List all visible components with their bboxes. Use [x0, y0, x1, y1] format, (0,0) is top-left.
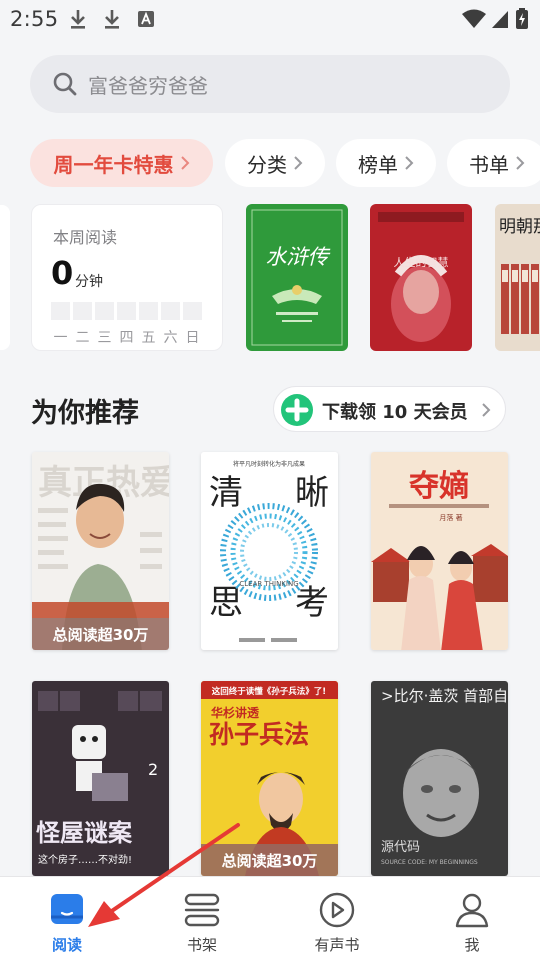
book-card-guaiwu-mian[interactable]: 怪屋谜案 2 这个房子……不对劲! [32, 681, 169, 876]
day-bar [51, 302, 70, 320]
book-cover-art: 人生的智慧 [370, 204, 472, 351]
battery-charging-icon [516, 8, 528, 29]
day-bar [183, 302, 202, 320]
weekly-reading-card[interactable]: 本周阅读 0 分钟 一 二 三 四 五 六 日 [31, 204, 223, 351]
bookshelf-icon [184, 893, 220, 927]
chevron-right-icon [294, 156, 303, 170]
chip-label: 书单 [469, 152, 509, 177]
cover-title: 明朝那些事儿 [499, 217, 540, 237]
chip-annual-card-promo[interactable]: 周一年卡特惠 [30, 139, 213, 187]
day-bar [139, 302, 158, 320]
chip-label: 榜单 [358, 152, 398, 177]
weekday-labels: 一 二 三 四 五 六 日 [52, 327, 201, 347]
book-cover-art: 夺嫡 月落 著 [371, 452, 508, 650]
play-circle-icon [319, 892, 355, 928]
shelf-book-shuihuzhuan[interactable]: 水浒传 [246, 204, 348, 351]
cover-char: 清 [209, 473, 243, 513]
plus-circle-icon [281, 394, 313, 426]
reading-unit: 分钟 [75, 274, 103, 290]
weekday-label: 日 [185, 330, 200, 346]
chip-label: 分类 [247, 152, 287, 177]
shelf-book-rensheng[interactable]: 人生的智慧 [370, 204, 472, 351]
signal-icon [492, 11, 508, 28]
book-card-qingxi-sikao[interactable]: 清 晰 思 考 将平凡时刻转化为非凡成果 CLEAR THINKING [201, 452, 338, 650]
wifi-icon [462, 9, 486, 28]
cover-english-title: SOURCE CODE: MY BEGINNINGS [381, 859, 478, 866]
day-bar [117, 302, 136, 320]
book-card-sunzi-bingfa[interactable]: 这回终于读懂《孙子兵法》了! 华杉讲透 孙子兵法 总阅读超30万 [201, 681, 338, 876]
read-count-badge: 总阅读超30万 [32, 618, 169, 650]
chip-category[interactable]: 分类 [225, 139, 325, 187]
cover-subtitle: 华杉讲透 [211, 705, 260, 720]
book-cover-art: 明朝那些事儿 [495, 204, 540, 351]
book-cover-art: 水浒传 [246, 204, 348, 351]
book-card-source-code[interactable]: >比尔·盖茨 首部自传 源代码 SOURCE CODE: MY BEGINNIN… [371, 681, 508, 876]
book-cover-art: >比尔·盖茨 首部自传 源代码 SOURCE CODE: MY BEGINNIN… [371, 681, 508, 876]
shelf-book-mingchao[interactable]: 明朝那些事儿 [495, 204, 540, 351]
vip-promo-label: 下载领 10 天会员 [322, 402, 468, 423]
chevron-right-icon [180, 156, 189, 170]
cover-title: 水浒传 [266, 245, 331, 269]
weekday-label: 六 [163, 330, 178, 346]
book-card-zhenzheng-reai[interactable]: 真正热爱 总阅读超30万 [32, 452, 169, 650]
chip-booklist[interactable]: 书单 [447, 139, 540, 187]
text-a-icon [138, 11, 154, 27]
vip-promo-button[interactable]: 下载领 10 天会员 [273, 386, 506, 432]
nav-tab-audiobook[interactable]: 有声书 [287, 877, 387, 960]
cover-subtitle: 源代码 [381, 840, 420, 855]
book-cover-art: 怪屋谜案 2 这个房子……不对劲! [32, 681, 169, 876]
nav-label: 书架 [186, 936, 217, 954]
reading-minutes: 0 [51, 254, 74, 292]
nav-label: 阅读 [51, 936, 82, 954]
search-icon [53, 72, 77, 96]
cover-title: >比尔·盖茨 首部自传 [381, 687, 508, 705]
chip-ranking[interactable]: 榜单 [336, 139, 436, 187]
reading-card-title: 本周阅读 [53, 228, 118, 247]
status-time: 2:55 [10, 7, 59, 31]
cover-char: 思 [209, 583, 243, 623]
cover-char: 晰 [295, 473, 329, 513]
download-icon [105, 10, 119, 29]
day-bar [73, 302, 92, 320]
cover-title: 人生的智慧 [394, 255, 449, 269]
day-bar [161, 302, 180, 320]
nav-tab-me[interactable]: 我 [422, 877, 522, 960]
user-icon [455, 893, 489, 928]
cover-title: 怪屋谜案 [36, 819, 133, 847]
chevron-right-icon [516, 156, 525, 170]
nav-tab-bookshelf[interactable]: 书架 [152, 877, 252, 960]
chip-label: 周一年卡特惠 [53, 152, 174, 177]
cover-subtitle: 这个房子……不对劲! [38, 853, 132, 866]
bottom-nav: 阅读 书架 有声书 我 [0, 876, 540, 960]
download-icon [71, 10, 85, 29]
chevron-right-icon [482, 403, 491, 417]
previous-card-edge [0, 205, 10, 350]
weekday-label: 三 [97, 330, 112, 346]
cover-author: 月落 著 [439, 513, 462, 522]
cover-title: 夺嫡 [409, 469, 469, 504]
nav-label: 我 [464, 936, 480, 954]
cover-english-title: CLEAR THINKING [239, 580, 298, 588]
search-input[interactable]: 富爸爸穷爸爸 [30, 55, 510, 113]
book-open-icon [51, 894, 83, 924]
search-placeholder: 富爸爸穷爸爸 [88, 74, 208, 98]
weekday-label: 五 [141, 330, 156, 346]
weekly-bar-chart [51, 302, 202, 320]
read-count-badge: 总阅读超30万 [201, 844, 338, 876]
weekday-label: 一 [53, 330, 68, 346]
weekday-label: 四 [119, 330, 134, 346]
svg-text:2: 2 [148, 760, 158, 779]
status-bar: 2:55 [0, 0, 540, 40]
section-title-recommend: 为你推荐 [31, 398, 139, 429]
cover-banner: 这回终于读懂《孙子兵法》了! [212, 686, 326, 697]
chevron-right-icon [405, 156, 414, 170]
book-card-duodi[interactable]: 夺嫡 月落 著 [371, 452, 508, 650]
day-bar [95, 302, 114, 320]
cover-title: 孙子兵法 [209, 720, 309, 749]
book-cover-art: 清 晰 思 考 将平凡时刻转化为非凡成果 CLEAR THINKING [201, 452, 338, 650]
nav-tab-read[interactable]: 阅读 [17, 877, 117, 960]
weekday-label: 二 [75, 330, 90, 346]
nav-label: 有声书 [314, 936, 360, 954]
cover-subtitle: 将平凡时刻转化为非凡成果 [233, 460, 305, 468]
